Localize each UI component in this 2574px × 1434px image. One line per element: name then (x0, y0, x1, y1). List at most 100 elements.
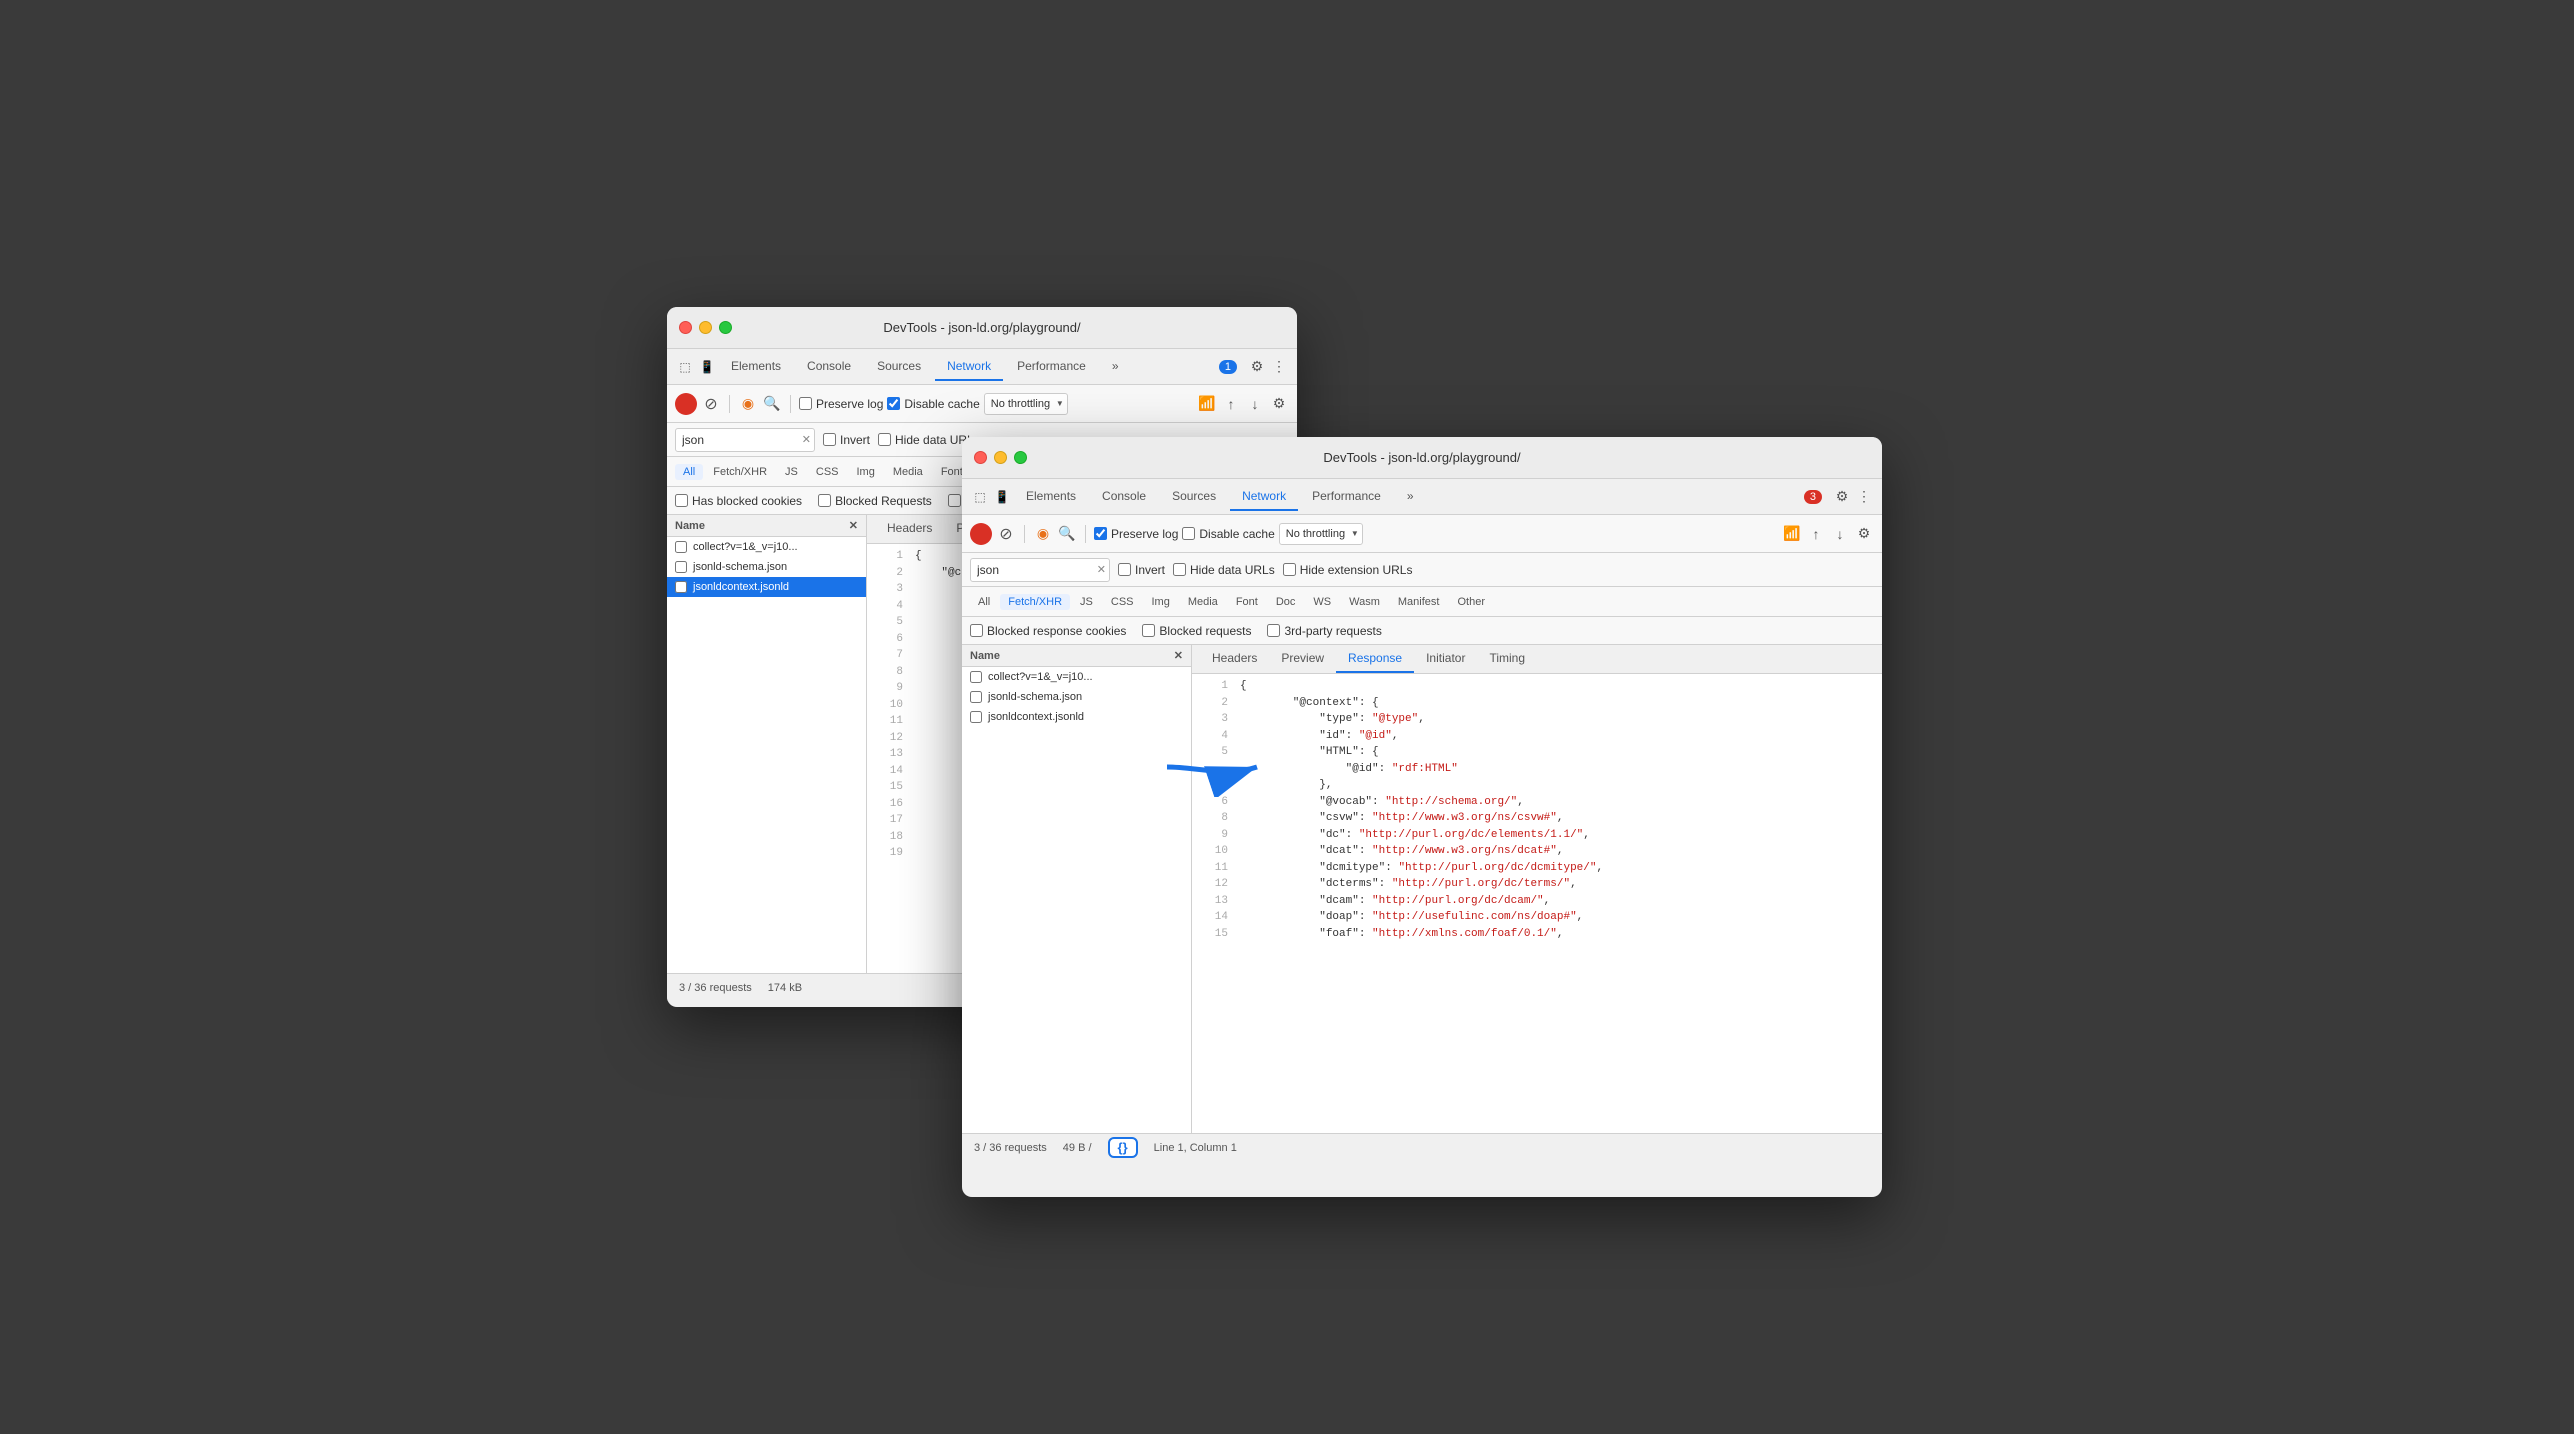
detail-tab-headers-front[interactable]: Headers (1200, 645, 1269, 673)
close-button-back[interactable] (679, 321, 692, 334)
disable-cache-label-front[interactable]: Disable cache (1182, 527, 1274, 541)
filter-icon-front[interactable]: ◉ (1033, 524, 1053, 544)
tab-network-back[interactable]: Network (935, 353, 1003, 381)
minimize-button-back[interactable] (699, 321, 712, 334)
detail-tab-headers-back[interactable]: Headers (875, 515, 944, 543)
invert-checkbox-front[interactable] (1118, 563, 1131, 576)
search-icon-front[interactable]: 🔍 (1057, 524, 1077, 544)
blocked-requests-checkbox-front[interactable] (1142, 624, 1155, 637)
filter-media-front[interactable]: Media (1180, 594, 1226, 610)
file-checkbox-2-back[interactable] (675, 561, 687, 573)
throttling-select-back[interactable]: No throttling (984, 393, 1068, 415)
detail-tab-response-front[interactable]: Response (1336, 645, 1414, 673)
file-item-1-front[interactable]: collect?v=1&_v=j10... (962, 667, 1191, 687)
invert-checkbox-back[interactable] (823, 433, 836, 446)
filter-ws-front[interactable]: WS (1305, 594, 1339, 610)
wifi-icon-front[interactable]: 📶 (1782, 524, 1802, 544)
invert-label-front[interactable]: Invert (1118, 563, 1165, 577)
filter-all-back[interactable]: All (675, 464, 703, 480)
filter-manifest-front[interactable]: Manifest (1390, 594, 1448, 610)
filter-media-back[interactable]: Media (885, 464, 931, 480)
third-party-checkbox-front[interactable] (1267, 624, 1280, 637)
disable-cache-label-back[interactable]: Disable cache (887, 397, 979, 411)
filter-wasm-front[interactable]: Wasm (1341, 594, 1388, 610)
blocked-cookies-checkbox-front[interactable] (970, 624, 983, 637)
pretty-print-button-front[interactable]: {} (1108, 1137, 1138, 1158)
filter-fetch-xhr-back[interactable]: Fetch/XHR (705, 464, 775, 480)
tab-sources-front[interactable]: Sources (1160, 483, 1228, 511)
file-item-2-back[interactable]: jsonld-schema.json (667, 557, 866, 577)
detail-tab-timing-front[interactable]: Timing (1477, 645, 1537, 673)
tab-more-front[interactable]: » (1395, 483, 1426, 511)
file-item-3-front[interactable]: jsonldcontext.jsonld (962, 707, 1191, 727)
tab-elements-front[interactable]: Elements (1014, 483, 1088, 511)
upload-icon-back[interactable]: ↑ (1221, 394, 1241, 414)
hide-data-urls-checkbox-front[interactable] (1173, 563, 1186, 576)
record-button-front[interactable] (970, 523, 992, 545)
maximize-button-back[interactable] (719, 321, 732, 334)
filter-img-front[interactable]: Img (1144, 594, 1178, 610)
third-party-label-front[interactable]: 3rd-party requests (1267, 624, 1381, 638)
tab-network-front[interactable]: Network (1230, 483, 1298, 511)
filter-css-front[interactable]: CSS (1103, 594, 1142, 610)
disable-cache-checkbox-front[interactable] (1182, 527, 1195, 540)
file-item-1-back[interactable]: collect?v=1&_v=j10... (667, 537, 866, 557)
screenshot-icon-back[interactable]: 📱 (697, 357, 717, 377)
search-input-back[interactable] (675, 428, 815, 452)
stop-icon-back[interactable]: ⊘ (701, 394, 721, 414)
hide-ext-urls-checkbox-front[interactable] (1283, 563, 1296, 576)
throttling-select-front[interactable]: No throttling (1279, 523, 1363, 545)
hide-ext-urls-label-front[interactable]: Hide extension URLs (1283, 563, 1413, 577)
preserve-log-checkbox-front[interactable] (1094, 527, 1107, 540)
file-checkbox-2-front[interactable] (970, 691, 982, 703)
hide-data-urls-checkbox-back[interactable] (878, 433, 891, 446)
wifi-icon-back[interactable]: 📶 (1197, 394, 1217, 414)
search-clear-back[interactable]: ✕ (802, 433, 811, 446)
settings-icon-back[interactable]: ⚙ (1247, 357, 1267, 377)
settings2-icon-back[interactable]: ⚙ (1269, 394, 1289, 414)
blocked-cookies-label-front[interactable]: Blocked response cookies (970, 624, 1126, 638)
tab-console-back[interactable]: Console (795, 353, 863, 381)
more-icon-front[interactable]: ⋮ (1854, 487, 1874, 507)
screenshot-icon-front[interactable]: 📱 (992, 487, 1012, 507)
disable-cache-checkbox-back[interactable] (887, 397, 900, 410)
cursor-icon-back[interactable]: ⬚ (675, 357, 695, 377)
close-panel-icon-front[interactable]: ✕ (1174, 649, 1183, 662)
filter-other-front[interactable]: Other (1449, 594, 1493, 610)
hide-data-urls-label-front[interactable]: Hide data URLs (1173, 563, 1275, 577)
filter-js-front[interactable]: JS (1072, 594, 1101, 610)
tab-performance-back[interactable]: Performance (1005, 353, 1098, 381)
file-checkbox-3-back[interactable] (675, 581, 687, 593)
tab-more-back[interactable]: » (1100, 353, 1131, 381)
blocked-cookies-label-back[interactable]: Has blocked cookies (675, 494, 802, 508)
settings2-icon-front[interactable]: ⚙ (1854, 524, 1874, 544)
file-checkbox-1-back[interactable] (675, 541, 687, 553)
file-item-2-front[interactable]: jsonld-schema.json (962, 687, 1191, 707)
preserve-log-checkbox-back[interactable] (799, 397, 812, 410)
file-checkbox-3-front[interactable] (970, 711, 982, 723)
more-icon-back[interactable]: ⋮ (1269, 357, 1289, 377)
blocked-requests-label-back[interactable]: Blocked Requests (818, 494, 932, 508)
tab-console-front[interactable]: Console (1090, 483, 1158, 511)
preserve-log-label-back[interactable]: Preserve log (799, 397, 883, 411)
search-input-front[interactable] (970, 558, 1110, 582)
filter-all-front[interactable]: All (970, 594, 998, 610)
record-button-back[interactable] (675, 393, 697, 415)
file-checkbox-1-front[interactable] (970, 671, 982, 683)
filter-doc-front[interactable]: Doc (1268, 594, 1304, 610)
minimize-button-front[interactable] (994, 451, 1007, 464)
blocked-requests-checkbox-back[interactable] (818, 494, 831, 507)
preserve-log-label-front[interactable]: Preserve log (1094, 527, 1178, 541)
filter-img-back[interactable]: Img (849, 464, 883, 480)
detail-tab-initiator-front[interactable]: Initiator (1414, 645, 1477, 673)
search-icon-back[interactable]: 🔍 (762, 394, 782, 414)
invert-label-back[interactable]: Invert (823, 433, 870, 447)
upload-icon-front[interactable]: ↑ (1806, 524, 1826, 544)
filter-fetch-xhr-front[interactable]: Fetch/XHR (1000, 594, 1070, 610)
close-button-front[interactable] (974, 451, 987, 464)
tab-sources-back[interactable]: Sources (865, 353, 933, 381)
file-item-3-back[interactable]: jsonldcontext.jsonld (667, 577, 866, 597)
filter-font-front[interactable]: Font (1228, 594, 1266, 610)
tab-elements-back[interactable]: Elements (719, 353, 793, 381)
blocked-requests-label-front[interactable]: Blocked requests (1142, 624, 1251, 638)
